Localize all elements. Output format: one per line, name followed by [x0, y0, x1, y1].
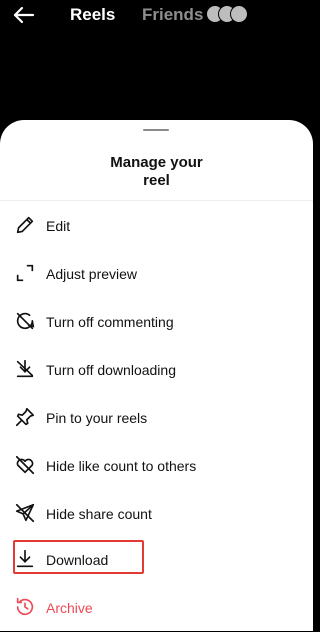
menu-item-edit[interactable]: Edit	[0, 202, 313, 250]
menu-item-label: Edit	[46, 218, 71, 234]
menu-item-label: Hide like count to others	[46, 458, 197, 474]
divider	[0, 200, 313, 201]
menu-item-hide-share-count[interactable]: Hide share count	[0, 490, 313, 538]
menu-item-hide-like-count[interactable]: Hide like count to others	[0, 442, 313, 490]
highlight-box	[13, 540, 144, 574]
menu-item-pin-to-reels[interactable]: Pin to your reels	[0, 394, 313, 442]
back-arrow-icon[interactable]	[12, 3, 36, 27]
tab-friends[interactable]: Friends	[142, 5, 203, 25]
pencil-icon	[14, 214, 36, 236]
share-off-icon	[14, 502, 36, 524]
manage-reel-sheet: Manage your reel Edit Adjust preview Tur…	[0, 120, 313, 631]
friends-avatars[interactable]	[206, 5, 256, 23]
menu-item-label: Turn off downloading	[46, 362, 176, 378]
avatar	[230, 5, 248, 23]
menu-item-label: Turn off commenting	[46, 314, 174, 330]
comment-off-icon	[14, 310, 36, 332]
download-off-icon	[14, 358, 36, 380]
menu-item-label: Archive	[46, 600, 93, 616]
crop-corners-icon	[14, 262, 36, 284]
menu-item-turn-off-downloading[interactable]: Turn off downloading	[0, 346, 313, 394]
menu-item-label: Hide share count	[46, 506, 152, 522]
pin-icon	[14, 406, 36, 428]
menu-item-adjust-preview[interactable]: Adjust preview	[0, 250, 313, 298]
sheet-drag-handle[interactable]	[143, 129, 169, 131]
sheet-title: Manage your reel	[110, 154, 203, 189]
top-bar: Reels Friends	[0, 0, 313, 120]
menu-item-label: Adjust preview	[46, 266, 138, 282]
heart-off-icon	[14, 454, 36, 476]
tab-reels[interactable]: Reels	[70, 5, 115, 25]
menu-item-turn-off-commenting[interactable]: Turn off commenting	[0, 298, 313, 346]
archive-clock-icon	[14, 596, 36, 618]
menu-item-archive[interactable]: Archive	[0, 584, 313, 632]
menu-item-label: Pin to your reels	[46, 410, 148, 426]
